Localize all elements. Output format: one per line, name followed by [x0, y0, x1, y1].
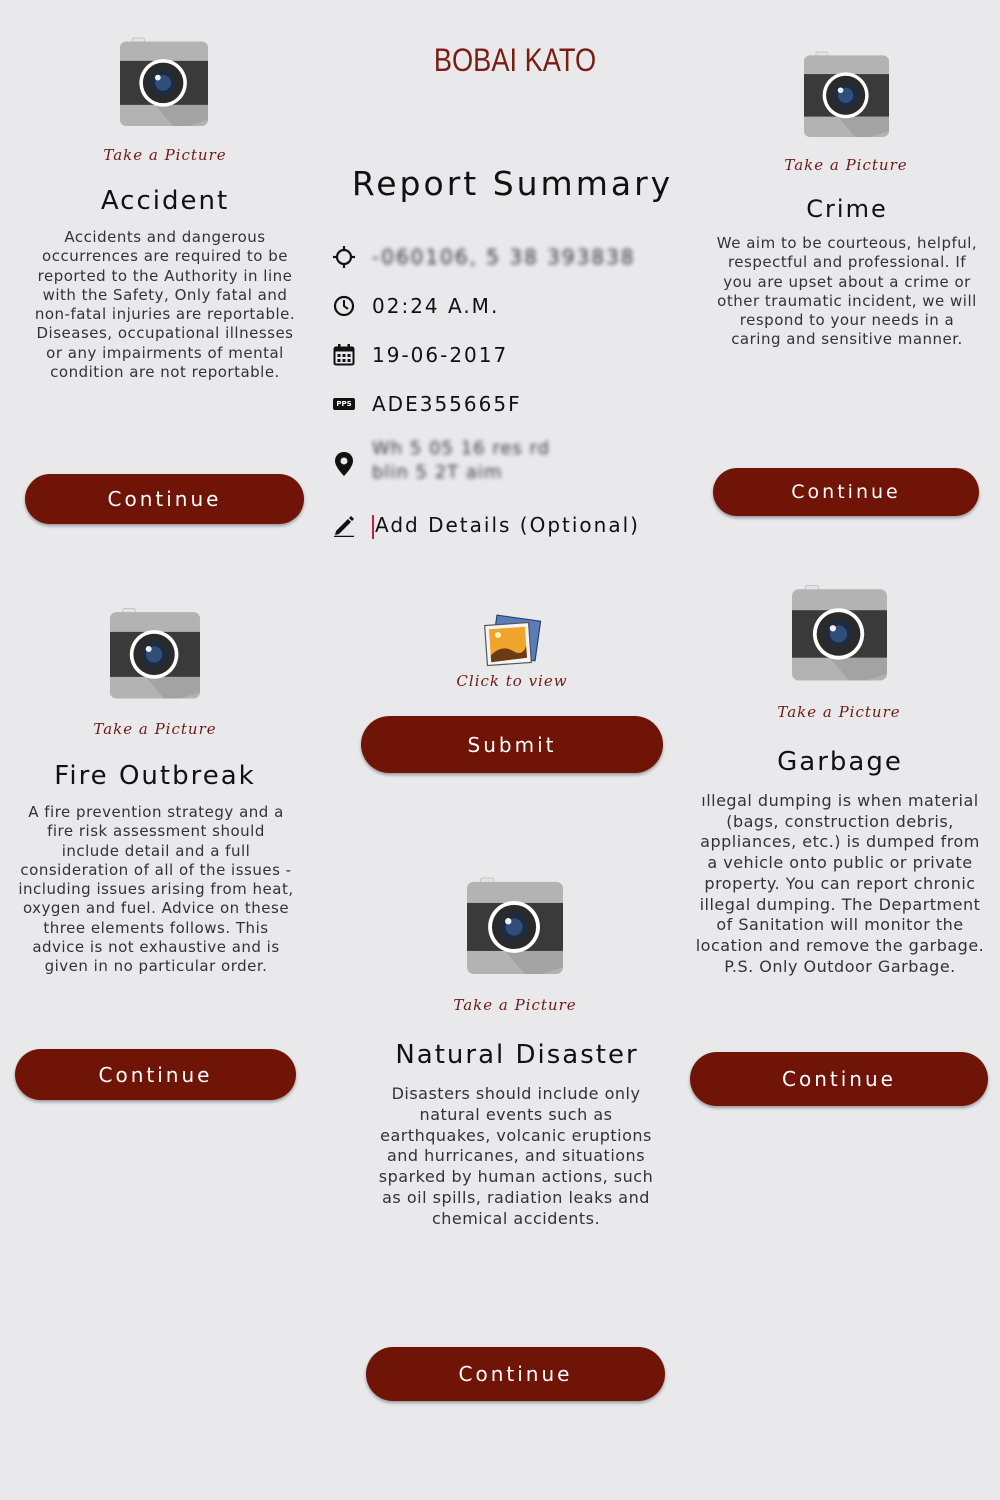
garbage-description: ıllegal dumping is when material (bags, …: [695, 791, 985, 976]
pps-row: PPS ADE355665F: [332, 389, 522, 419]
camera-icon[interactable]: [110, 606, 200, 701]
crosshair-icon: [332, 245, 356, 269]
details-row[interactable]: Add Details (Optional): [332, 511, 640, 541]
take-picture-crime-link[interactable]: Take a Picture: [766, 156, 926, 174]
pps-icon: PPS: [332, 392, 356, 416]
fire-outbreak-description: A fire prevention strategy and a fire ri…: [18, 803, 294, 976]
pencil-icon: [332, 514, 356, 538]
location-line-1: Wh 5 05 16 res rd: [372, 438, 551, 459]
garbage-continue-button[interactable]: Continue: [690, 1052, 988, 1106]
camera-icon[interactable]: [120, 36, 208, 128]
location-row: Wh 5 05 16 res rd blin 5 2T aim: [332, 430, 702, 500]
details-input[interactable]: Add Details (Optional): [372, 513, 640, 539]
clock-icon: [332, 294, 356, 318]
take-picture-accident-link[interactable]: Take a Picture: [85, 146, 245, 164]
natural-continue-button[interactable]: Continue: [366, 1347, 665, 1401]
crime-title: Crime: [806, 195, 888, 223]
location-line-2: blin 5 2T aim: [372, 462, 503, 483]
click-to-view-link[interactable]: Click to view: [432, 672, 592, 690]
camera-icon[interactable]: [467, 876, 563, 976]
take-picture-garbage-link[interactable]: Take a Picture: [759, 703, 919, 721]
details-placeholder: Add Details (Optional): [375, 513, 640, 538]
image-gallery-icon[interactable]: [482, 614, 544, 670]
calendar-icon: [332, 343, 356, 367]
accident-description: Accidents and dangerous occurrences are …: [34, 228, 296, 382]
location-pin-icon: [334, 452, 354, 480]
text-caret: [372, 514, 374, 539]
pps-number-value: ADE355665F: [372, 392, 522, 416]
accident-continue-button[interactable]: Continue: [25, 474, 304, 524]
camera-icon[interactable]: [792, 584, 887, 682]
take-picture-fire-link[interactable]: Take a Picture: [75, 720, 235, 738]
report-summary-title: Report Summary: [351, 164, 674, 203]
time-row: 02:24 A.M.: [332, 291, 499, 321]
date-row: 19-06-2017: [332, 340, 508, 370]
date-value: 19-06-2017: [372, 343, 509, 367]
fire-outbreak-title: Fire Outbreak: [54, 761, 256, 791]
fire-continue-button[interactable]: Continue: [15, 1049, 296, 1100]
submit-button[interactable]: Submit: [361, 716, 663, 773]
garbage-title: Garbage: [777, 747, 903, 777]
coordinates-value: -060106, 5 38 393838: [372, 245, 636, 269]
take-picture-natural-link[interactable]: Take a Picture: [435, 996, 595, 1014]
natural-disaster-description: Disasters should include only natural ev…: [378, 1084, 654, 1228]
time-value: 02:24 A.M.: [372, 294, 500, 318]
coordinates-row: -060106, 5 38 393838: [332, 242, 636, 272]
natural-disaster-title: Natural Disaster: [395, 1040, 639, 1070]
crime-description: We aim to be courteous, helpful, respect…: [716, 234, 978, 349]
crime-continue-button[interactable]: Continue: [713, 468, 979, 516]
camera-icon[interactable]: [804, 50, 889, 139]
accident-title: Accident: [100, 186, 230, 216]
app-title: BOBAI KATO: [433, 42, 597, 78]
